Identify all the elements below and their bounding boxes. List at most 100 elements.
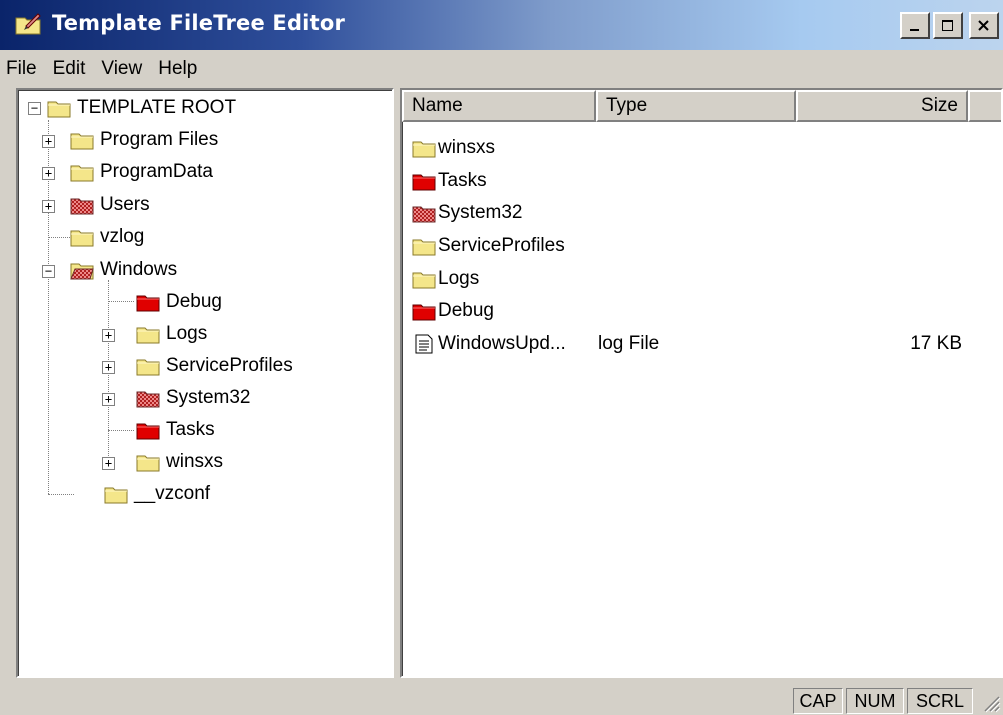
list-item-type: log File — [598, 333, 660, 354]
list-item-name: Debug — [438, 300, 494, 321]
column-header-size[interactable]: Size — [796, 90, 968, 122]
menu-view[interactable]: View — [93, 58, 150, 80]
list-item-name: winsxs — [438, 137, 496, 158]
scrl-label: SCRL — [915, 690, 964, 711]
folder-open-icon — [70, 260, 94, 280]
tree-item-label: Debug — [166, 291, 222, 312]
folder-icon — [136, 324, 160, 344]
column-header-label: Name — [412, 95, 463, 116]
expand-icon[interactable]: + — [42, 135, 55, 148]
maximize-icon — [942, 19, 953, 31]
tree-item-vzconf[interactable]: __vzconf — [104, 478, 210, 510]
list-item[interactable]: Logs — [412, 263, 479, 295]
cap-indicator: CAP — [793, 688, 843, 714]
tree-item-label: winsxs — [166, 451, 224, 472]
app-icon — [15, 13, 41, 35]
tree-item-root[interactable]: − TEMPLATE ROOT — [28, 92, 236, 124]
expand-icon[interactable]: + — [42, 200, 55, 213]
tree-item-label: ServiceProfiles — [166, 355, 293, 376]
minimize-icon — [910, 28, 919, 31]
tree-item-winsxs[interactable]: winsxs — [136, 446, 223, 478]
list-item[interactable]: Tasks — [412, 165, 487, 197]
tree-item-label: Tasks — [166, 419, 215, 440]
list-item-name: Tasks — [438, 170, 487, 191]
tree-item-label: ProgramData — [100, 161, 213, 182]
list-header: Name Type Size — [402, 90, 1001, 122]
tree-item-tasks[interactable]: Tasks — [136, 414, 215, 446]
tree-item-logs[interactable]: Logs — [136, 318, 207, 350]
expand-icon[interactable]: + — [102, 329, 115, 342]
close-icon — [978, 19, 989, 31]
list-item[interactable]: ServiceProfiles — [412, 230, 565, 262]
minimize-button[interactable] — [900, 12, 930, 39]
menu-edit[interactable]: Edit — [45, 58, 94, 80]
folder-icon — [412, 138, 436, 158]
window-title: Template FileTree Editor — [52, 11, 346, 35]
file-list-pane[interactable]: Name Type Size winsxs Tasks System32 Ser… — [400, 88, 1003, 678]
tree-item-system32[interactable]: System32 — [136, 382, 250, 414]
folder-icon — [70, 162, 94, 182]
folder-icon — [136, 452, 160, 472]
list-item-name: Logs — [438, 268, 480, 289]
list-item[interactable]: winsxs — [412, 132, 495, 164]
folder-icon — [70, 195, 94, 215]
tree-item-programdata[interactable]: ProgramData — [70, 156, 213, 188]
folder-tree: − TEMPLATE ROOT Program Files + ProgramD… — [18, 90, 392, 676]
status-bar: CAP NUM SCRL — [0, 682, 1003, 715]
list-item-name: ServiceProfiles — [438, 235, 565, 256]
folder-tree-pane[interactable]: − TEMPLATE ROOT Program Files + ProgramD… — [16, 88, 394, 678]
num-indicator: NUM — [846, 688, 904, 714]
folder-icon — [412, 236, 436, 256]
list-item-size: 17 KB — [910, 333, 962, 354]
list-item[interactable]: System32 — [412, 197, 522, 229]
folder-icon — [412, 301, 436, 321]
list-item[interactable]: Debug — [412, 295, 494, 327]
tree-item-serviceprofiles[interactable]: ServiceProfiles — [136, 350, 293, 382]
scrl-indicator: SCRL — [907, 688, 973, 714]
folder-icon — [136, 388, 160, 408]
folder-icon — [136, 420, 160, 440]
collapse-icon[interactable]: − — [28, 101, 41, 115]
tree-item-label: Windows — [100, 259, 178, 280]
column-header-name[interactable]: Name — [402, 90, 596, 122]
folder-icon — [136, 292, 160, 312]
column-header-type[interactable]: Type — [596, 90, 796, 122]
folder-icon — [70, 227, 94, 247]
menu-bar: File Edit View Help — [0, 54, 205, 84]
tree-item-vzlog[interactable]: vzlog — [70, 221, 144, 253]
collapse-icon[interactable]: − — [42, 265, 55, 278]
expand-icon[interactable]: + — [102, 457, 115, 470]
expand-icon[interactable]: + — [102, 361, 115, 374]
cap-label: CAP — [799, 690, 837, 711]
tree-item-label: Users — [100, 194, 150, 215]
title-bar[interactable]: Template FileTree Editor — [0, 0, 1003, 50]
tree-item-label: vzlog — [100, 226, 145, 247]
menu-help[interactable]: Help — [150, 58, 205, 80]
resize-grip-icon[interactable] — [979, 691, 1001, 713]
tree-item-users[interactable]: Users — [70, 189, 150, 221]
list-item-name: WindowsUpd... — [438, 333, 566, 354]
folder-icon — [412, 269, 436, 289]
tree-item-debug[interactable]: Debug — [136, 286, 222, 318]
tree-item-label: Program Files — [100, 129, 219, 150]
menu-file[interactable]: File — [0, 58, 45, 80]
list-item[interactable]: WindowsUpd... log File 17 KB — [412, 328, 972, 360]
tree-item-label: System32 — [166, 387, 251, 408]
document-icon — [412, 334, 436, 354]
folder-icon — [47, 98, 71, 118]
column-header-label: Type — [606, 95, 648, 116]
folder-icon — [412, 171, 436, 191]
column-header-label: Size — [921, 95, 958, 116]
tree-item-label: __vzconf — [134, 483, 211, 504]
tree-item-program-files[interactable]: Program Files — [70, 124, 218, 156]
column-header-empty[interactable] — [968, 90, 1001, 122]
tree-item-label: TEMPLATE ROOT — [77, 97, 237, 118]
list-item-name: System32 — [438, 202, 523, 223]
num-label: NUM — [854, 690, 896, 711]
tree-item-windows[interactable]: Windows — [70, 254, 177, 286]
maximize-button[interactable] — [933, 12, 963, 39]
folder-icon — [70, 130, 94, 150]
expand-icon[interactable]: + — [102, 393, 115, 406]
close-button[interactable] — [969, 12, 999, 39]
expand-icon[interactable]: + — [42, 167, 55, 180]
